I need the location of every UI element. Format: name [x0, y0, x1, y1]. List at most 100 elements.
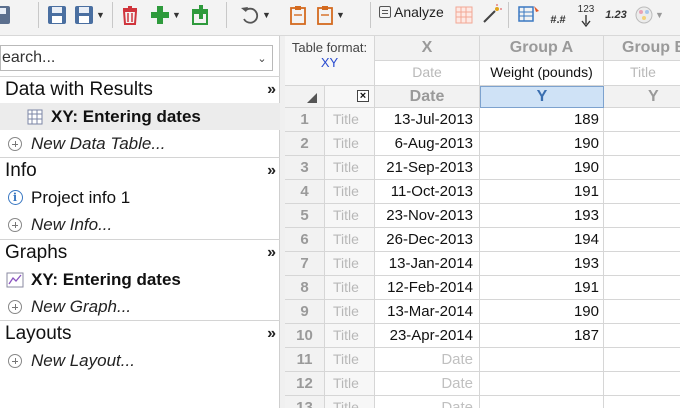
section-header[interactable]: Graphs »: [0, 240, 280, 266]
add-sheet-icon[interactable]: ▼: [146, 0, 184, 30]
group-a-value-cell[interactable]: 194: [480, 228, 604, 252]
row-title-cell[interactable]: Title: [325, 300, 375, 324]
row-number[interactable]: 3: [285, 156, 325, 180]
x-value-cell[interactable]: 23-Apr-2014: [375, 324, 480, 348]
x-value-cell[interactable]: 21-Sep-2013: [375, 156, 480, 180]
group-a-value-cell[interactable]: 190: [480, 300, 604, 324]
group-a-header[interactable]: Group A: [480, 36, 604, 61]
row-title-cell[interactable]: Title: [325, 276, 375, 300]
row-number[interactable]: 5: [285, 204, 325, 228]
group-a-value-cell[interactable]: 190: [480, 156, 604, 180]
row-title-cell[interactable]: Title: [325, 396, 375, 408]
x-value-cell[interactable]: 12-Feb-2014: [375, 276, 480, 300]
group-a-value-cell[interactable]: 193: [480, 204, 604, 228]
row-title-cell[interactable]: Title: [325, 348, 375, 372]
magic-wand-icon[interactable]: [478, 0, 504, 30]
x-value-cell[interactable]: 13-Jul-2013: [375, 108, 480, 132]
group-b-value-cell[interactable]: [604, 252, 680, 276]
group-a-value-cell[interactable]: [480, 348, 604, 372]
expand-icon[interactable]: »: [267, 81, 276, 99]
format-number-icon[interactable]: [516, 0, 542, 30]
sidebar-item-xy-entering-dates[interactable]: XY: Entering dates: [0, 103, 280, 130]
new-data-table-link[interactable]: New Data Table...: [0, 130, 280, 157]
row-title-cell[interactable]: Title: [325, 132, 375, 156]
undo-icon[interactable]: ▼: [236, 0, 274, 30]
row-number[interactable]: 6: [285, 228, 325, 252]
x-column-header[interactable]: X: [375, 36, 480, 61]
group-b-value-cell[interactable]: [604, 156, 680, 180]
group-a-value-cell[interactable]: 190: [480, 132, 604, 156]
group-b-column-label[interactable]: Y: [604, 86, 680, 108]
x-value-cell[interactable]: Date: [375, 396, 480, 408]
clipboard-icon[interactable]: [286, 0, 310, 30]
group-b-header[interactable]: Group B: [604, 36, 680, 61]
row-title-cell[interactable]: Title: [325, 324, 375, 348]
row-title-cell[interactable]: Title: [325, 180, 375, 204]
row-number[interactable]: 11: [285, 348, 325, 372]
group-b-value-cell[interactable]: [604, 108, 680, 132]
row-title-cell[interactable]: Title: [325, 372, 375, 396]
group-a-title-field[interactable]: Weight (pounds): [480, 61, 604, 86]
sidebar-item-graph-xy-entering-dates[interactable]: XY: Entering dates: [0, 266, 280, 293]
row-title-cell[interactable]: Title: [325, 108, 375, 132]
section-header[interactable]: Data with Results »: [0, 77, 280, 103]
group-b-value-cell[interactable]: [604, 324, 680, 348]
expand-icon[interactable]: »: [267, 162, 276, 180]
group-a-value-cell[interactable]: 187: [480, 324, 604, 348]
table-grid-icon[interactable]: [452, 0, 476, 30]
group-b-value-cell[interactable]: [604, 204, 680, 228]
group-a-value-cell[interactable]: [480, 372, 604, 396]
new-graph-link[interactable]: New Graph...: [0, 293, 280, 320]
save-icon[interactable]: [44, 0, 70, 30]
x-value-cell[interactable]: 23-Nov-2013: [375, 204, 480, 228]
x-value-cell[interactable]: 13-Jan-2014: [375, 252, 480, 276]
group-b-value-cell[interactable]: [604, 396, 680, 408]
row-title-cell[interactable]: Title: [325, 204, 375, 228]
row-number[interactable]: 4: [285, 180, 325, 204]
x-value-cell[interactable]: Date: [375, 348, 480, 372]
new-layout-link[interactable]: New Layout...: [0, 347, 280, 374]
group-a-value-cell[interactable]: 191: [480, 180, 604, 204]
sort-icon[interactable]: 123: [574, 0, 598, 30]
number-format-icon[interactable]: #.#: [546, 0, 570, 30]
group-b-title-field[interactable]: Title: [604, 61, 680, 86]
x-column-label[interactable]: Date: [375, 86, 480, 108]
search-input[interactable]: earch...: [1, 49, 252, 67]
save-as-icon[interactable]: ▼: [72, 0, 106, 30]
expand-icon[interactable]: »: [267, 244, 276, 262]
x-value-cell[interactable]: 11-Oct-2013: [375, 180, 480, 204]
group-b-value-cell[interactable]: [604, 348, 680, 372]
expand-icon[interactable]: »: [267, 325, 276, 343]
row-title-cell[interactable]: Title: [325, 156, 375, 180]
new-info-link[interactable]: New Info...: [0, 211, 280, 238]
x-value-cell[interactable]: 13-Mar-2014: [375, 300, 480, 324]
group-a-value-cell[interactable]: [480, 396, 604, 408]
table-format-cell[interactable]: Table format: XY: [285, 36, 375, 86]
group-b-value-cell[interactable]: [604, 180, 680, 204]
group-a-value-cell[interactable]: 193: [480, 252, 604, 276]
group-a-value-cell[interactable]: 191: [480, 276, 604, 300]
search-field[interactable]: earch... ⌄: [0, 45, 273, 71]
row-number[interactable]: 1: [285, 108, 325, 132]
duplicate-sheet-icon[interactable]: [188, 0, 214, 30]
group-b-value-cell[interactable]: [604, 228, 680, 252]
row-number[interactable]: 7: [285, 252, 325, 276]
x-value-cell[interactable]: Date: [375, 372, 480, 396]
chevron-down-icon[interactable]: ⌄: [252, 52, 272, 65]
x-title-field[interactable]: Date: [375, 61, 480, 86]
group-b-value-cell[interactable]: [604, 132, 680, 156]
row-number[interactable]: 2: [285, 132, 325, 156]
sidebar-item-project-info[interactable]: i Project info 1: [0, 184, 280, 211]
close-row-titles-button[interactable]: ×: [325, 86, 375, 108]
row-number[interactable]: 10: [285, 324, 325, 348]
decimal-icon[interactable]: 1.23: [602, 0, 630, 30]
select-all-corner[interactable]: [285, 86, 325, 108]
section-header[interactable]: Layouts »: [0, 321, 280, 347]
section-header[interactable]: Info »: [0, 158, 280, 184]
group-b-value-cell[interactable]: [604, 300, 680, 324]
color-icon[interactable]: ▼: [632, 0, 666, 30]
x-value-cell[interactable]: 26-Dec-2013: [375, 228, 480, 252]
row-number[interactable]: 8: [285, 276, 325, 300]
row-number[interactable]: 12: [285, 372, 325, 396]
x-value-cell[interactable]: 6-Aug-2013: [375, 132, 480, 156]
